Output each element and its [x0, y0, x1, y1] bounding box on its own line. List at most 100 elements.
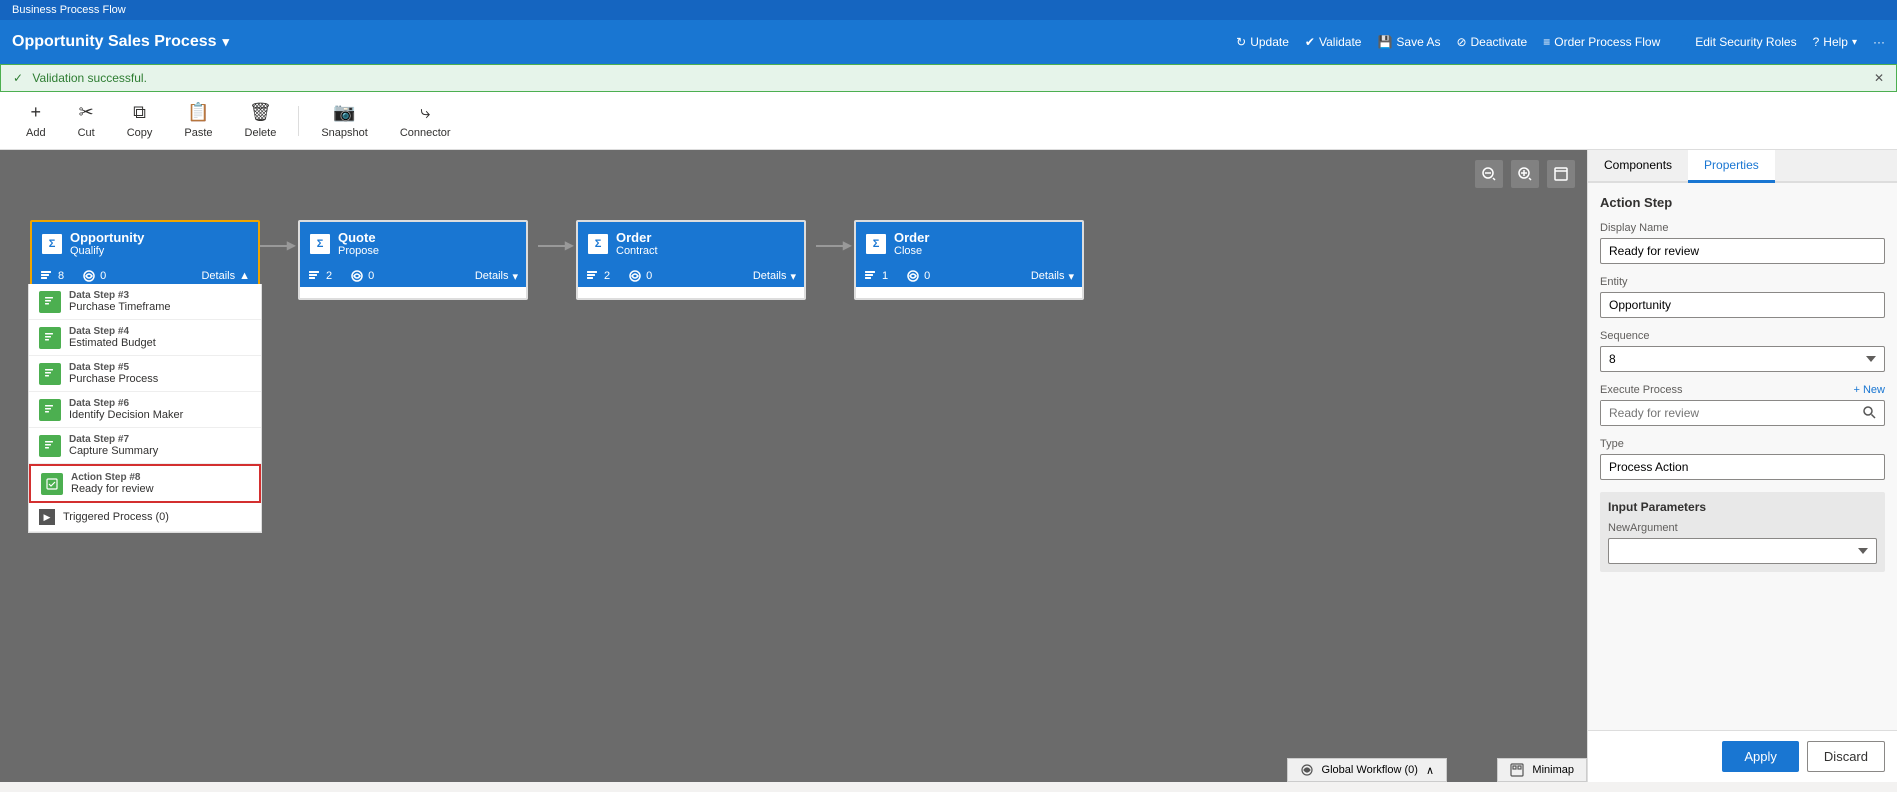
stage-qualify-conditions-count: 0 — [82, 269, 106, 283]
input-params-title: Input Parameters — [1608, 500, 1877, 514]
edit-security-roles-button[interactable]: 👤 Edit Security Roles — [1676, 35, 1796, 49]
deactivate-button[interactable]: ⊘ Deactivate — [1456, 35, 1527, 49]
validate-button[interactable]: ✔ Validate — [1305, 35, 1362, 49]
cut-icon: ✂ — [79, 102, 94, 123]
cut-button[interactable]: ✂ Cut — [64, 96, 109, 145]
tab-properties-label: Properties — [1704, 158, 1759, 172]
stage-close[interactable]: Σ Order Close 1 0 — [854, 220, 1084, 300]
step-s7-icon — [39, 435, 61, 457]
connector-button[interactable]: ⤷ Connector — [386, 96, 465, 145]
triggered-process-icon: ▶ — [39, 509, 55, 525]
connector-3: ▶ — [816, 245, 844, 247]
qualify-step-list: Data Step #3 Purchase Timeframe Data Ste… — [28, 284, 262, 533]
step-item-s7[interactable]: Data Step #7 Capture Summary — [29, 428, 261, 464]
top-bar: Business Process Flow — [0, 0, 1897, 20]
stage-propose-footer: 2 0 Details ▾ — [300, 265, 526, 287]
type-label: Type — [1600, 438, 1885, 450]
update-label: Update — [1250, 35, 1289, 49]
zoom-in-button[interactable] — [1511, 160, 1539, 188]
add-button[interactable]: + Add — [12, 96, 60, 145]
stage-close-icon: Σ — [866, 234, 886, 254]
display-name-input[interactable] — [1600, 238, 1885, 264]
qualify-details-button[interactable]: Details ▲ — [201, 270, 250, 282]
snapshot-button[interactable]: 📷 Snapshot — [307, 96, 381, 145]
save-as-label: Save As — [1396, 35, 1440, 49]
discard-button[interactable]: Discard — [1807, 741, 1885, 772]
right-panel: Components Properties Action Step Displa… — [1587, 150, 1897, 782]
step-item-s6[interactable]: Data Step #6 Identify Decision Maker — [29, 392, 261, 428]
canvas[interactable]: Σ Opportunity Qualify 8 0 — [0, 150, 1587, 782]
sequence-label: Sequence — [1600, 330, 1885, 342]
execute-process-search-button[interactable] — [1858, 403, 1880, 424]
stage-propose[interactable]: Σ Quote Propose 2 0 — [298, 220, 528, 300]
paste-label: Paste — [184, 127, 212, 139]
apply-button[interactable]: Apply — [1722, 741, 1799, 772]
new-argument-select[interactable] — [1608, 538, 1877, 564]
paste-icon: 📋 — [187, 102, 209, 123]
step-item-s5[interactable]: Data Step #5 Purchase Process — [29, 356, 261, 392]
stage-qualify-steps-count: 8 — [40, 269, 64, 283]
fit-to-screen-button[interactable] — [1547, 160, 1575, 188]
top-bar-title: Business Process Flow — [12, 4, 126, 16]
qualify-steps-num: 8 — [58, 270, 64, 282]
validation-bar: ✓ Validation successful. ✕ — [0, 64, 1897, 92]
validation-close-icon[interactable]: ✕ — [1874, 71, 1884, 85]
header-chevron[interactable]: ▾ — [223, 34, 230, 50]
tab-components[interactable]: Components — [1588, 150, 1688, 183]
global-workflow-collapse[interactable]: ∧ — [1426, 764, 1434, 777]
deactivate-icon: ⊘ — [1456, 35, 1466, 49]
step-s3-desc: Purchase Timeframe — [69, 301, 170, 313]
add-icon: + — [31, 102, 42, 123]
input-params-section: Input Parameters NewArgument — [1600, 492, 1885, 572]
step-s5-desc: Purchase Process — [69, 373, 158, 385]
toolbar-separator — [298, 106, 299, 136]
delete-button[interactable]: 🗑 Delete — [231, 96, 291, 145]
stage-close-container: Σ Order Close 1 0 — [854, 220, 1084, 300]
step-item-s8[interactable]: Action Step #8 Ready for review — [29, 464, 261, 503]
minimap-label: Minimap — [1532, 764, 1574, 776]
entity-input[interactable] — [1600, 292, 1885, 318]
close-details-button[interactable]: Details ▾ — [1031, 270, 1074, 283]
order-process-flow-button[interactable]: ≡ Order Process Flow — [1543, 35, 1660, 49]
step-s7-desc: Capture Summary — [69, 445, 158, 457]
stage-contract[interactable]: Σ Order Contract 2 0 — [576, 220, 806, 300]
step-item-s3[interactable]: Data Step #3 Purchase Timeframe — [29, 284, 261, 320]
execute-process-input[interactable] — [1601, 401, 1854, 425]
copy-button[interactable]: ⧉ Copy — [113, 96, 167, 145]
add-label: Add — [26, 127, 46, 139]
step-s8-icon — [41, 473, 63, 495]
global-workflow-label: Global Workflow (0) — [1322, 764, 1418, 776]
connector-1: ▶ — [260, 245, 288, 247]
save-as-button[interactable]: 💾 Save As — [1377, 35, 1440, 49]
update-button[interactable]: ↻ Update — [1236, 35, 1289, 49]
sequence-select[interactable]: 8 — [1600, 346, 1885, 372]
tab-components-label: Components — [1604, 158, 1672, 172]
tab-properties[interactable]: Properties — [1688, 150, 1775, 183]
delete-icon: 🗑 — [249, 102, 272, 123]
connector-icon: ⤷ — [420, 102, 430, 123]
more-button[interactable]: ··· — [1873, 35, 1885, 49]
snapshot-label: Snapshot — [321, 127, 367, 139]
snapshot-icon: 📷 — [333, 102, 355, 123]
panel-actions: Apply Discard — [1588, 730, 1897, 782]
propose-details-button[interactable]: Details ▾ — [475, 270, 518, 283]
header-left: Opportunity Sales Process ▾ — [12, 33, 229, 51]
stage-close-footer: 1 0 Details ▾ — [856, 265, 1082, 287]
stage-contract-container: Σ Order Contract 2 0 — [576, 220, 806, 300]
help-button[interactable]: ? Help ▾ — [1813, 35, 1857, 49]
execute-process-group: Execute Process + New — [1600, 384, 1885, 426]
stage-qualify-container: Σ Opportunity Qualify 8 0 — [30, 220, 260, 300]
execute-process-new-button[interactable]: + New — [1854, 384, 1886, 396]
step-s8-name: Action Step #8 — [71, 472, 154, 483]
stage-propose-container: Σ Quote Propose 2 0 — [298, 220, 528, 300]
stage-propose-icon: Σ — [310, 234, 330, 254]
step-s7-name: Data Step #7 — [69, 434, 158, 445]
contract-details-button[interactable]: Details ▾ — [753, 270, 796, 283]
step-item-s4[interactable]: Data Step #4 Estimated Budget — [29, 320, 261, 356]
paste-button[interactable]: 📋 Paste — [170, 96, 226, 145]
type-input[interactable] — [1600, 454, 1885, 480]
global-workflow: Global Workflow (0) ∧ — [1287, 758, 1447, 782]
zoom-out-button[interactable] — [1475, 160, 1503, 188]
validation-message: ✓ Validation successful. — [13, 71, 147, 85]
minimap-bar[interactable]: Minimap — [1497, 758, 1587, 782]
